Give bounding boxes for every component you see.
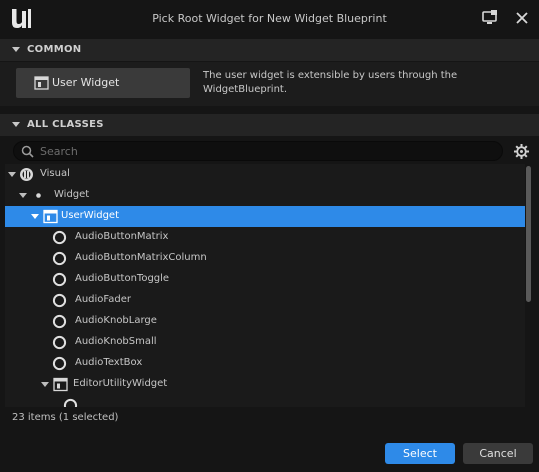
expand-arrow-icon[interactable] [19,193,27,198]
circle-icon [52,272,67,287]
dot-icon [36,193,41,198]
user-widget-icon [34,76,49,90]
title-bar: Pick Root Widget for New Widget Blueprin… [0,0,539,38]
select-button[interactable]: Select [385,443,455,464]
expand-arrow-icon[interactable] [31,214,39,219]
tree-item-label: Widget [54,189,90,200]
tree-row-audio-text-box[interactable]: AudioTextBox [5,353,525,374]
user-widget-icon [53,377,68,392]
window-title: Pick Root Widget for New Widget Blueprin… [152,12,387,25]
gear-icon[interactable] [513,143,530,160]
class-tree: Visual Widget UserWidget AudioButtonMatr… [5,164,525,407]
tree-row-audio-fader[interactable]: AudioFader [5,290,525,311]
user-widget-button-label: User Widget [52,76,120,89]
search-input[interactable] [40,143,490,159]
cancel-button[interactable]: Cancel [463,443,533,464]
search-box[interactable] [13,141,503,161]
close-icon[interactable] [512,8,532,28]
all-classes-section-header[interactable]: ALL CLASSES [0,114,539,136]
all-classes-header-label: ALL CLASSES [27,119,104,130]
circle-icon [63,398,78,407]
tree-item-label: AudioFader [75,294,131,305]
circle-icon [52,335,67,350]
common-header-label: COMMON [27,44,82,55]
tree-row-editor-utility-widget[interactable]: EditorUtilityWidget [5,374,525,395]
tree-scrollbar-thumb[interactable] [526,166,531,302]
tree-row-user-widget[interactable]: UserWidget [5,206,525,227]
expand-arrow-icon[interactable] [8,172,16,177]
tree-row-audio-knob-large[interactable]: AudioKnobLarge [5,311,525,332]
collapse-arrow-icon[interactable] [12,47,20,52]
tree-row-audio-knob-small[interactable]: AudioKnobSmall [5,332,525,353]
search-icon [21,145,34,158]
tree-row-audio-button-matrix[interactable]: AudioButtonMatrix [5,227,525,248]
circle-icon [52,251,67,266]
tree-item-label: AudioButtonToggle [75,273,170,284]
tree-item-label: AudioKnobLarge [75,315,157,326]
tree-item-label: AudioKnobSmall [75,336,157,347]
user-widget-button[interactable]: User Widget [16,68,190,98]
tree-row-audio-button-matrix-column[interactable]: AudioButtonMatrixColumn [5,248,525,269]
circle-icon [52,293,67,308]
tree-row-visual[interactable]: Visual [5,164,525,185]
visual-icon [20,168,33,181]
tree-item-label: AudioButtonMatrix [75,231,169,242]
tree-row-partial[interactable] [5,395,525,407]
tree-item-label: AudioTextBox [75,357,143,368]
monitor-icon[interactable] [480,8,500,28]
common-section-header[interactable]: COMMON [0,39,539,61]
circle-icon [52,356,67,371]
collapse-arrow-icon[interactable] [12,122,20,127]
circle-icon [52,314,67,329]
expand-arrow-icon[interactable] [41,382,49,387]
user-widget-description: The user widget is extensible by users t… [203,70,458,95]
tree-item-label: UserWidget [61,210,120,221]
tree-row-audio-button-toggle[interactable]: AudioButtonToggle [5,269,525,290]
item-count-status: 23 items (1 selected) [12,412,119,423]
tree-item-label: AudioButtonMatrixColumn [75,252,207,263]
circle-icon [52,230,67,245]
tree-item-label: EditorUtilityWidget [73,378,168,389]
tree-item-label: Visual [40,168,70,179]
common-section: User Widget The user widget is extensibl… [0,62,539,106]
tree-row-widget[interactable]: Widget [5,185,525,206]
user-widget-icon [43,209,58,224]
